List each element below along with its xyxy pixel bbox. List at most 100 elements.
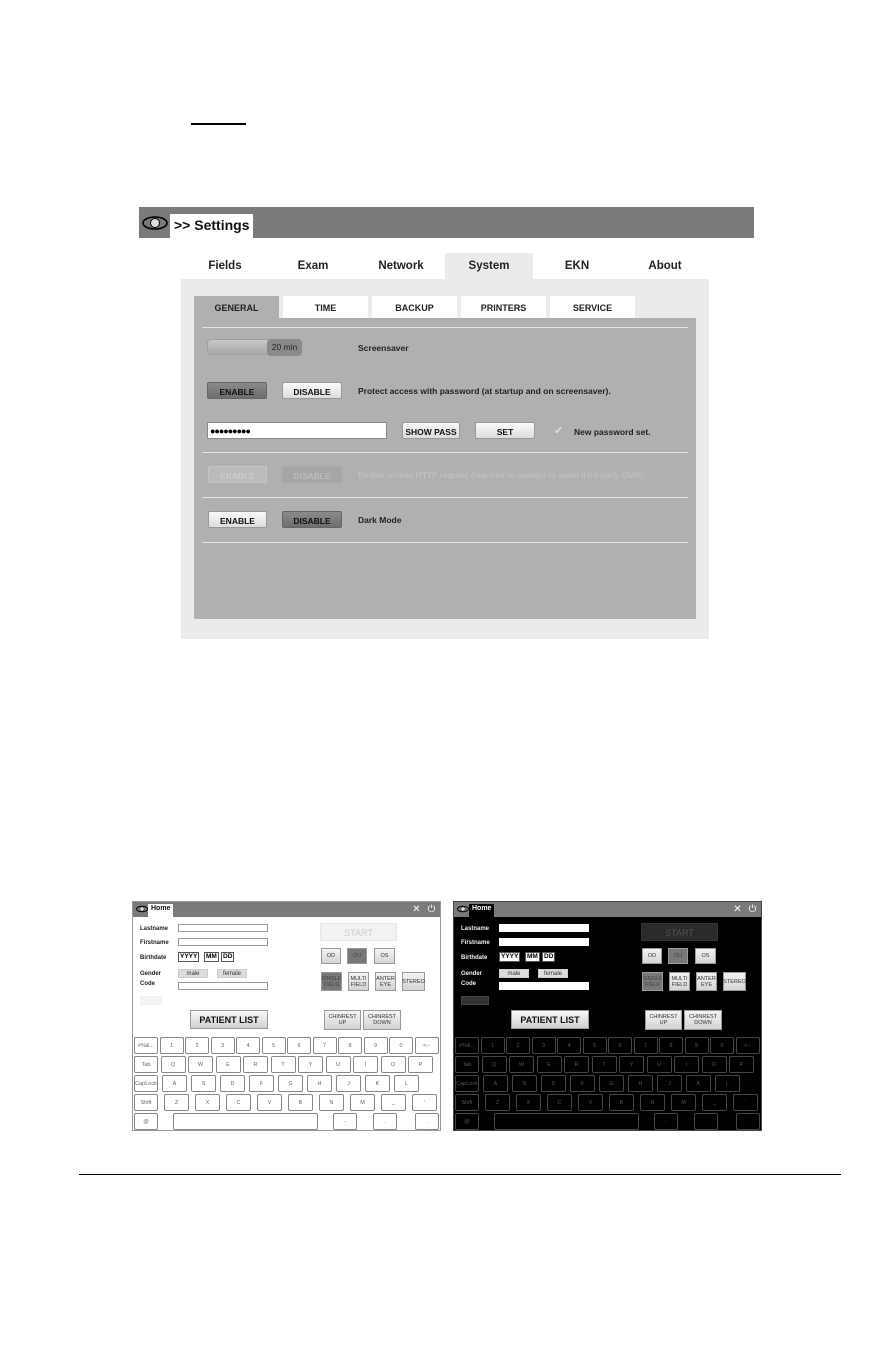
- keyboard-key[interactable]: 3: [210, 1037, 235, 1054]
- tab-fields[interactable]: Fields: [181, 253, 269, 279]
- keyboard-key[interactable]: 1: [480, 1037, 505, 1054]
- keyboard-key[interactable]: 3: [531, 1037, 556, 1054]
- keyboard-key[interactable]: .: [415, 1113, 439, 1130]
- keyboard-key[interactable]: 6: [608, 1037, 632, 1054]
- keyboard-key[interactable]: V: [257, 1094, 282, 1111]
- subtab-general[interactable]: GENERAL: [194, 296, 279, 318]
- tab-network[interactable]: Network: [357, 253, 445, 279]
- keyboard-key[interactable]: @: [455, 1113, 479, 1130]
- keyboard-key[interactable]: D: [220, 1075, 245, 1092]
- subtab-printers[interactable]: PRINTERS: [461, 296, 546, 318]
- keyboard-key[interactable]: O: [701, 1056, 727, 1073]
- keyboard-key[interactable]: F: [249, 1075, 274, 1092]
- keyboard-key[interactable]: U: [325, 1056, 351, 1073]
- tab-about[interactable]: About: [621, 253, 709, 279]
- mode-single-field-button[interactable]: SINGLE FIELD: [642, 972, 663, 991]
- keyboard-key[interactable]: 9: [684, 1037, 709, 1054]
- keyboard-key[interactable]: 0: [389, 1037, 413, 1054]
- keyboard-key[interactable]: M: [350, 1094, 375, 1111]
- tools-icon[interactable]: ✕: [410, 903, 423, 916]
- keyboard-key[interactable]: B: [288, 1094, 313, 1111]
- chinrest-down-button[interactable]: CHINREST DOWN: [684, 1010, 722, 1030]
- mode-anter-eye-button[interactable]: ANTER EYE: [696, 972, 717, 991]
- tab-system[interactable]: System: [445, 253, 533, 279]
- keyboard-key[interactable]: .: [694, 1113, 718, 1130]
- key-space[interactable]: [173, 1113, 318, 1130]
- keyboard-key[interactable]: T: [591, 1056, 617, 1073]
- keyboard-key[interactable]: J: [336, 1075, 361, 1092]
- birth-day-input[interactable]: DD: [221, 952, 235, 962]
- keyboard-key[interactable]: R: [243, 1056, 268, 1073]
- lastname-input[interactable]: [499, 924, 589, 932]
- lastname-input[interactable]: [178, 924, 268, 932]
- patient-list-button[interactable]: PATIENT LIST: [511, 1010, 589, 1029]
- keyboard-key[interactable]: C: [226, 1094, 251, 1111]
- keyboard-key[interactable]: Q: [481, 1056, 507, 1073]
- breadcrumb-home[interactable]: Home: [174, 1115, 483, 1345]
- keyboard-key[interactable]: H: [628, 1075, 653, 1092]
- eye-od-button[interactable]: OD: [321, 948, 341, 964]
- keyboard-key[interactable]: 4: [236, 1037, 260, 1054]
- keyboard-key[interactable]: Tab: [455, 1056, 479, 1073]
- keyboard-key[interactable]: A: [162, 1075, 187, 1092]
- patient-list-button[interactable]: PATIENT LIST: [190, 1010, 268, 1029]
- eye-ou-button[interactable]: OU: [347, 948, 367, 964]
- keyboard-key[interactable]: .: [373, 1113, 397, 1130]
- screensaver-slider[interactable]: 20 min: [207, 339, 302, 356]
- keyboard-key[interactable]: J: [657, 1075, 682, 1092]
- code-input[interactable]: [178, 982, 268, 990]
- keyboard-key[interactable]: CapLock: [134, 1075, 158, 1092]
- keyboard-key[interactable]: 7: [312, 1037, 337, 1054]
- birth-year-input[interactable]: YYYY: [178, 952, 200, 962]
- chinrest-down-button[interactable]: CHINREST DOWN: [363, 1010, 401, 1030]
- birth-day-input[interactable]: DD: [542, 952, 556, 962]
- keyboard-key[interactable]: W: [188, 1056, 213, 1073]
- keyboard-key[interactable]: 8: [659, 1037, 683, 1054]
- keyboard-key[interactable]: -: [333, 1113, 357, 1130]
- keyboard-key[interactable]: 6: [287, 1037, 311, 1054]
- keyboard-key[interactable]: #%&...: [134, 1037, 158, 1054]
- gender-female-button[interactable]: female: [538, 969, 568, 978]
- keyboard-key[interactable]: P: [408, 1056, 433, 1073]
- dark-mode-disable-button[interactable]: DISABLE: [282, 511, 342, 528]
- password-enable-button[interactable]: ENABLE: [207, 382, 267, 399]
- dark-mode-enable-button[interactable]: ENABLE: [208, 511, 267, 528]
- screensaver-slider-handle[interactable]: 20 min: [267, 339, 302, 356]
- start-button[interactable]: START: [641, 923, 718, 941]
- keyboard-key[interactable]: X: [195, 1094, 220, 1111]
- mode-single-field-button[interactable]: SINGLE FIELD: [321, 972, 342, 991]
- keyboard-key[interactable]: 9: [363, 1037, 388, 1054]
- keyboard-key[interactable]: S: [512, 1075, 537, 1092]
- keyboard-key[interactable]: 7: [633, 1037, 658, 1054]
- keyboard-key[interactable]: K: [686, 1075, 711, 1092]
- keyboard-key[interactable]: @: [134, 1113, 158, 1130]
- keyboard-key[interactable]: #%&...: [455, 1037, 479, 1054]
- keyboard-key[interactable]: Shift: [134, 1094, 158, 1111]
- keyboard-key[interactable]: K: [365, 1075, 390, 1092]
- mode-multi-field-button[interactable]: MULTI FIELD: [669, 972, 690, 991]
- keyboard-key[interactable]: G: [278, 1075, 303, 1092]
- keyboard-key[interactable]: ': [733, 1094, 758, 1111]
- keyboard-key[interactable]: _: [702, 1094, 727, 1111]
- keyboard-key[interactable]: Z: [164, 1094, 189, 1111]
- chinrest-up-button[interactable]: CHINREST UP: [324, 1010, 361, 1030]
- mode-stereo-button[interactable]: STEREO: [723, 972, 746, 991]
- keyboard-key[interactable]: E: [215, 1056, 241, 1073]
- gender-male-button[interactable]: male: [499, 969, 529, 978]
- keyboard-key[interactable]: B: [609, 1094, 634, 1111]
- keyboard-key[interactable]: N: [640, 1094, 665, 1111]
- home-tab[interactable]: Home: [469, 904, 495, 917]
- birth-month-input[interactable]: MM: [204, 952, 219, 962]
- keyboard-key[interactable]: P: [729, 1056, 754, 1073]
- tab-exam[interactable]: Exam: [269, 253, 357, 279]
- keyboard-key[interactable]: _: [381, 1094, 406, 1111]
- password-disable-button[interactable]: DISABLE: [282, 382, 342, 399]
- birth-year-input[interactable]: YYYY: [499, 952, 521, 962]
- keyboard-key[interactable]: ': [412, 1094, 437, 1111]
- keyboard-key[interactable]: A: [483, 1075, 508, 1092]
- birth-month-input[interactable]: MM: [525, 952, 540, 962]
- power-icon[interactable]: ⏻: [425, 903, 438, 916]
- keyboard-key[interactable]: E: [536, 1056, 562, 1073]
- keyboard-key[interactable]: R: [564, 1056, 589, 1073]
- subtab-time[interactable]: TIME: [283, 296, 368, 318]
